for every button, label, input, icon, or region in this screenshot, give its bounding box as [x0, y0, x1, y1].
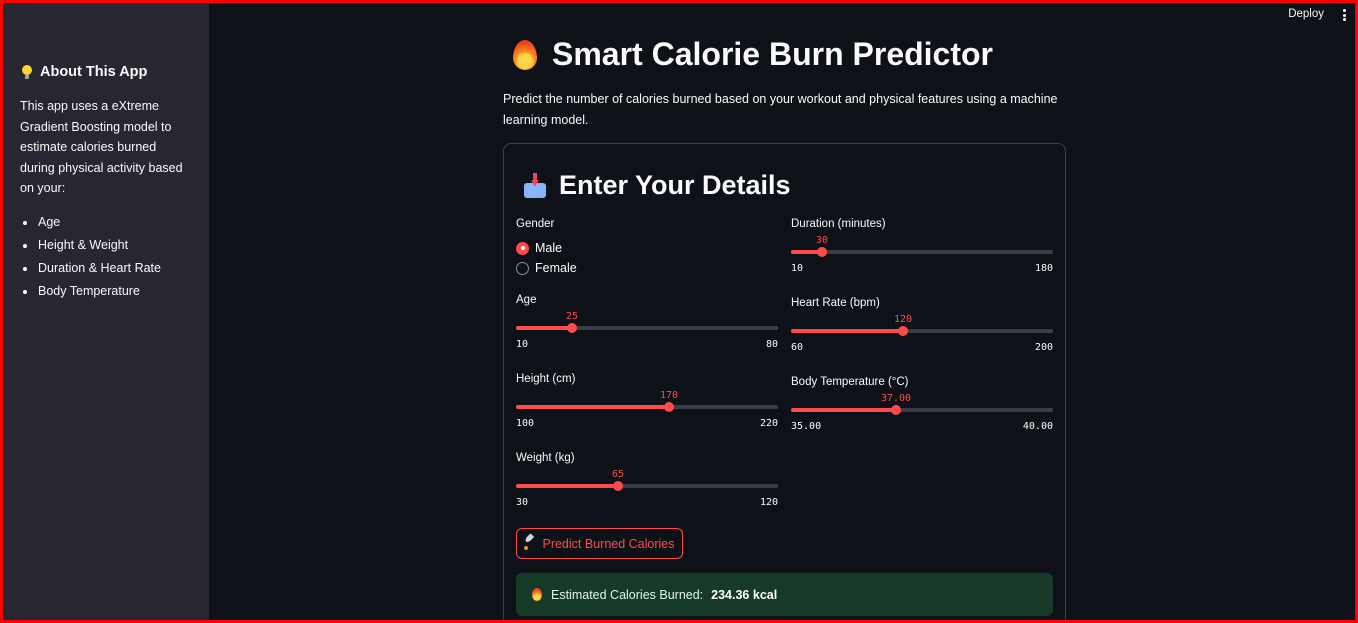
duration-slider-min: 10 [791, 263, 804, 274]
result-value: 234.36 kcal [711, 587, 778, 602]
heart-rate-slider[interactable]: 120 60 200 [791, 314, 1053, 354]
lightbulb-icon [22, 65, 32, 79]
gender-radio-male[interactable]: Male [516, 241, 562, 255]
sidebar-item-body-temperature: Body Temperature [23, 280, 161, 303]
height-slider[interactable]: 170 100 220 [516, 390, 778, 430]
gender-label: Gender [516, 218, 555, 230]
height-label: Height (cm) [516, 373, 576, 385]
result-alert: Estimated Calories Burned: 234.36 kcal [516, 573, 1053, 616]
sidebar-item-duration-heart-rate: Duration & Heart Rate [23, 257, 161, 280]
height-slider-fill [516, 405, 669, 409]
sidebar-item-age: Age [23, 211, 161, 234]
deploy-button[interactable]: Deploy [1288, 8, 1324, 20]
page-title-text: Smart Calorie Burn Predictor [552, 36, 993, 72]
rocket-icon [524, 538, 536, 550]
radio-selected-icon [516, 241, 529, 255]
duration-slider-track[interactable] [791, 250, 1053, 254]
predict-button[interactable]: Predict Burned Calories [516, 528, 683, 559]
heart-rate-slider-value: 120 [893, 314, 913, 325]
height-slider-max: 220 [759, 418, 778, 429]
page-title: Smart Calorie Burn Predictor [512, 36, 993, 73]
duration-slider-max: 180 [1034, 263, 1053, 274]
duration-slider-thumb[interactable] [817, 247, 827, 257]
duration-slider[interactable]: 30 10 180 [791, 235, 1053, 275]
fire-icon [512, 38, 538, 72]
body-temperature-slider-min: 35.00 [791, 421, 822, 432]
heart-rate-slider-min: 60 [791, 342, 804, 353]
body-temperature-slider-max: 40.00 [1022, 421, 1053, 432]
inbox-tray-icon [523, 173, 547, 199]
weight-slider-thumb[interactable] [613, 481, 623, 491]
body-temperature-label: Body Temperature (°C) [791, 376, 909, 388]
age-slider-value: 25 [565, 311, 579, 322]
gender-radio-female[interactable]: Female [516, 261, 577, 275]
body-temperature-slider-value: 37.00 [880, 393, 912, 404]
body-temperature-slider-fill [791, 408, 896, 412]
weight-slider[interactable]: 65 30 120 [516, 469, 778, 509]
sidebar-item-height-weight: Height & Weight [23, 234, 161, 257]
age-slider-min: 10 [516, 339, 529, 350]
height-slider-thumb[interactable] [664, 402, 674, 412]
sidebar-description: This app uses a eXtreme Gradient Boostin… [20, 99, 183, 195]
predict-button-label: Predict Burned Calories [542, 536, 675, 551]
main-menu-icon[interactable] [1342, 9, 1346, 21]
duration-slider-value: 30 [815, 235, 829, 246]
sidebar-title-text: About This App [40, 64, 148, 80]
form-title: Enter Your Details [523, 170, 791, 201]
weight-slider-min: 30 [516, 497, 529, 508]
body-temperature-slider[interactable]: 37.00 35.00 40.00 [791, 393, 1053, 433]
weight-slider-max: 120 [759, 497, 778, 508]
radio-unselected-icon [516, 261, 529, 275]
weight-slider-fill [516, 484, 618, 488]
age-slider-max: 80 [765, 339, 778, 350]
page-subtitle: Predict the number of calories burned ba… [503, 92, 1058, 127]
gender-option-female-label: Female [535, 261, 577, 275]
heart-rate-label: Heart Rate (bpm) [791, 297, 880, 309]
age-slider-thumb[interactable] [567, 323, 577, 333]
weight-label: Weight (kg) [516, 452, 575, 464]
sidebar-feature-list: Age Height & Weight Duration & Heart Rat… [23, 211, 161, 303]
height-slider-value: 170 [659, 390, 679, 401]
result-prefix: Estimated Calories Burned: [551, 587, 704, 602]
heart-rate-slider-max: 200 [1034, 342, 1053, 353]
heart-rate-slider-thumb[interactable] [898, 326, 908, 336]
weight-slider-value: 65 [611, 469, 625, 480]
form-title-text: Enter Your Details [559, 170, 791, 200]
fire-icon [531, 587, 543, 602]
sidebar-title: About This App [22, 64, 147, 80]
age-slider-fill [516, 326, 572, 330]
age-slider[interactable]: 25 10 80 [516, 311, 778, 351]
age-label: Age [516, 294, 537, 306]
duration-label: Duration (minutes) [791, 218, 886, 230]
heart-rate-slider-fill [791, 329, 903, 333]
gender-option-male-label: Male [535, 241, 563, 255]
body-temperature-slider-thumb[interactable] [891, 405, 901, 415]
height-slider-min: 100 [516, 418, 535, 429]
